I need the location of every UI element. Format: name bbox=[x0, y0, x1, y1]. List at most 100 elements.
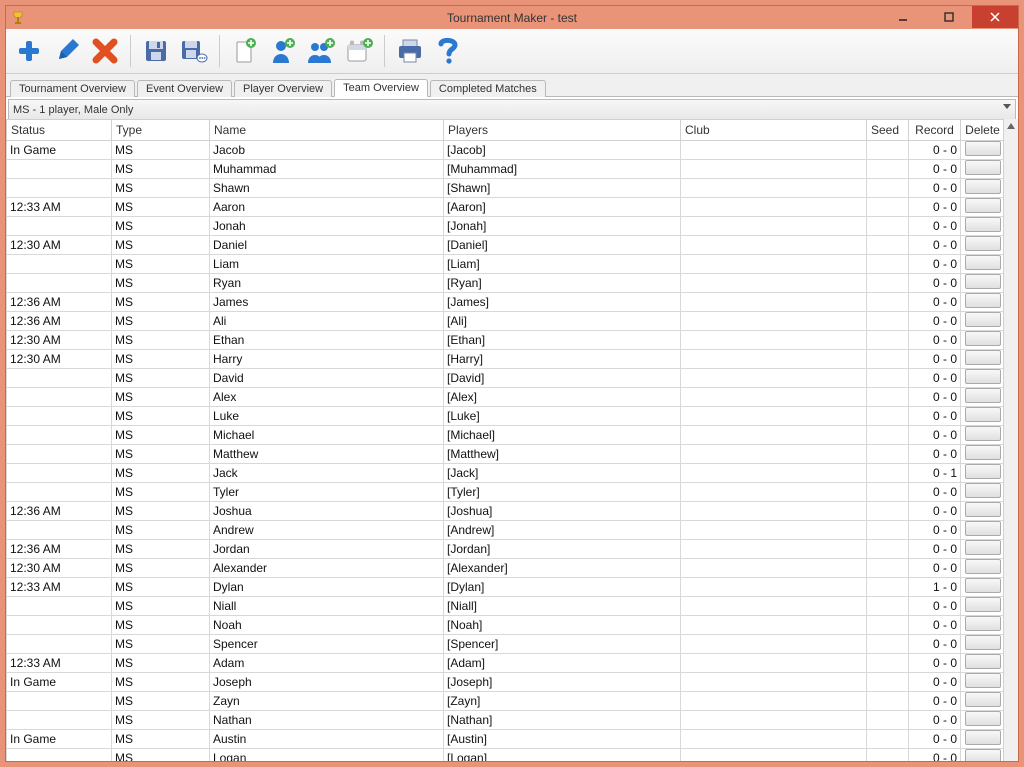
delete-row-button[interactable] bbox=[965, 426, 1001, 441]
delete-row-button[interactable] bbox=[965, 141, 1001, 156]
cell-club bbox=[681, 616, 867, 635]
delete-row-button[interactable] bbox=[965, 350, 1001, 365]
minimize-button[interactable] bbox=[880, 6, 926, 28]
delete-row-button[interactable] bbox=[965, 312, 1001, 327]
delete-row-button[interactable] bbox=[965, 692, 1001, 707]
delete-row-button[interactable] bbox=[965, 711, 1001, 726]
table-row[interactable]: MSLogan[Logan]0 - 0 bbox=[7, 749, 1005, 762]
event-filter-dropdown[interactable]: MS - 1 player, Male Only bbox=[8, 99, 1016, 121]
help-button[interactable] bbox=[431, 34, 465, 68]
col-players[interactable]: Players bbox=[444, 120, 681, 141]
tab-team-overview[interactable]: Team Overview bbox=[334, 79, 428, 97]
delete-row-button[interactable] bbox=[965, 654, 1001, 669]
table-row[interactable]: MSRyan[Ryan]0 - 0 bbox=[7, 274, 1005, 293]
delete-row-button[interactable] bbox=[965, 255, 1001, 270]
table-row[interactable]: MSMatthew[Matthew]0 - 0 bbox=[7, 445, 1005, 464]
new-event-button[interactable] bbox=[228, 34, 262, 68]
delete-row-button[interactable] bbox=[965, 274, 1001, 289]
delete-row-button[interactable] bbox=[965, 673, 1001, 688]
table-row[interactable]: MSMuhammad[Muhammad]0 - 0 bbox=[7, 160, 1005, 179]
delete-row-button[interactable] bbox=[965, 483, 1001, 498]
table-row[interactable]: 12:36 AMMSJoshua[Joshua]0 - 0 bbox=[7, 502, 1005, 521]
delete-row-button[interactable] bbox=[965, 616, 1001, 631]
col-status[interactable]: Status bbox=[7, 120, 112, 141]
col-type[interactable]: Type bbox=[112, 120, 210, 141]
table-row[interactable]: MSNoah[Noah]0 - 0 bbox=[7, 616, 1005, 635]
table-row[interactable]: In GameMSJoseph[Joseph]0 - 0 bbox=[7, 673, 1005, 692]
table-row[interactable]: MSAlex[Alex]0 - 0 bbox=[7, 388, 1005, 407]
save-as-button[interactable] bbox=[177, 34, 211, 68]
table-row[interactable]: 12:33 AMMSAdam[Adam]0 - 0 bbox=[7, 654, 1005, 673]
edit-button[interactable] bbox=[50, 34, 84, 68]
table-row[interactable]: 12:36 AMMSJordan[Jordan]0 - 0 bbox=[7, 540, 1005, 559]
table-row[interactable]: MSLiam[Liam]0 - 0 bbox=[7, 255, 1005, 274]
table-row[interactable]: MSDavid[David]0 - 0 bbox=[7, 369, 1005, 388]
vertical-scrollbar[interactable] bbox=[1003, 119, 1018, 761]
delete-row-button[interactable] bbox=[965, 236, 1001, 251]
cell-status bbox=[7, 711, 112, 730]
delete-row-button[interactable] bbox=[965, 198, 1001, 213]
delete-row-button[interactable] bbox=[965, 388, 1001, 403]
delete-row-button[interactable] bbox=[965, 502, 1001, 517]
delete-row-button[interactable] bbox=[965, 597, 1001, 612]
col-record[interactable]: Record bbox=[909, 120, 961, 141]
table-row[interactable]: MSMichael[Michael]0 - 0 bbox=[7, 426, 1005, 445]
table-row[interactable]: MSShawn[Shawn]0 - 0 bbox=[7, 179, 1005, 198]
table-row[interactable]: In GameMSAustin[Austin]0 - 0 bbox=[7, 730, 1005, 749]
col-seed[interactable]: Seed bbox=[867, 120, 909, 141]
table-row[interactable]: 12:33 AMMSAaron[Aaron]0 - 0 bbox=[7, 198, 1005, 217]
scroll-up-icon[interactable] bbox=[1004, 119, 1018, 133]
delete-row-button[interactable] bbox=[965, 464, 1001, 479]
tab-event-overview[interactable]: Event Overview bbox=[137, 80, 232, 97]
add-team-button[interactable] bbox=[304, 34, 338, 68]
table-row[interactable]: MSTyler[Tyler]0 - 0 bbox=[7, 483, 1005, 502]
delete-row-button[interactable] bbox=[965, 521, 1001, 536]
delete-row-button[interactable] bbox=[965, 578, 1001, 593]
add-player-button[interactable] bbox=[266, 34, 300, 68]
table-row[interactable]: MSNathan[Nathan]0 - 0 bbox=[7, 711, 1005, 730]
table-row[interactable]: MSSpencer[Spencer]0 - 0 bbox=[7, 635, 1005, 654]
delete-row-button[interactable] bbox=[965, 407, 1001, 422]
cell-status: In Game bbox=[7, 730, 112, 749]
delete-row-button[interactable] bbox=[965, 540, 1001, 555]
delete-row-button[interactable] bbox=[965, 160, 1001, 175]
table-row[interactable]: MSZayn[Zayn]0 - 0 bbox=[7, 692, 1005, 711]
delete-row-button[interactable] bbox=[965, 217, 1001, 232]
close-button[interactable] bbox=[972, 6, 1018, 28]
table-row[interactable]: 12:30 AMMSAlexander[Alexander]0 - 0 bbox=[7, 559, 1005, 578]
delete-row-button[interactable] bbox=[965, 730, 1001, 745]
col-name[interactable]: Name bbox=[210, 120, 444, 141]
tab-completed-matches[interactable]: Completed Matches bbox=[430, 80, 546, 97]
table-row[interactable]: 12:36 AMMSJames[James]0 - 0 bbox=[7, 293, 1005, 312]
delete-row-button[interactable] bbox=[965, 369, 1001, 384]
delete-row-button[interactable] bbox=[965, 445, 1001, 460]
delete-row-button[interactable] bbox=[965, 293, 1001, 308]
maximize-button[interactable] bbox=[926, 6, 972, 28]
delete-row-button[interactable] bbox=[965, 559, 1001, 574]
col-delete[interactable]: Delete bbox=[961, 120, 1005, 141]
delete-row-button[interactable] bbox=[965, 635, 1001, 650]
col-club[interactable]: Club bbox=[681, 120, 867, 141]
table-row[interactable]: 12:30 AMMSDaniel[Daniel]0 - 0 bbox=[7, 236, 1005, 255]
add-match-button[interactable] bbox=[342, 34, 376, 68]
table-row[interactable]: 12:36 AMMSAli[Ali]0 - 0 bbox=[7, 312, 1005, 331]
table-row[interactable]: MSJack[Jack]0 - 1 bbox=[7, 464, 1005, 483]
add-button[interactable] bbox=[12, 34, 46, 68]
print-button[interactable] bbox=[393, 34, 427, 68]
tab-player-overview[interactable]: Player Overview bbox=[234, 80, 332, 97]
cell-seed bbox=[867, 141, 909, 160]
tab-tournament-overview[interactable]: Tournament Overview bbox=[10, 80, 135, 97]
delete-row-button[interactable] bbox=[965, 331, 1001, 346]
save-button[interactable] bbox=[139, 34, 173, 68]
table-row[interactable]: In GameMSJacob[Jacob]0 - 0 bbox=[7, 141, 1005, 160]
delete-row-button[interactable] bbox=[965, 749, 1001, 761]
table-row[interactable]: MSJonah[Jonah]0 - 0 bbox=[7, 217, 1005, 236]
table-row[interactable]: 12:30 AMMSEthan[Ethan]0 - 0 bbox=[7, 331, 1005, 350]
table-row[interactable]: 12:30 AMMSHarry[Harry]0 - 0 bbox=[7, 350, 1005, 369]
table-row[interactable]: MSAndrew[Andrew]0 - 0 bbox=[7, 521, 1005, 540]
delete-button[interactable] bbox=[88, 34, 122, 68]
table-row[interactable]: MSNiall[Niall]0 - 0 bbox=[7, 597, 1005, 616]
delete-row-button[interactable] bbox=[965, 179, 1001, 194]
table-row[interactable]: 12:33 AMMSDylan[Dylan]1 - 0 bbox=[7, 578, 1005, 597]
table-row[interactable]: MSLuke[Luke]0 - 0 bbox=[7, 407, 1005, 426]
